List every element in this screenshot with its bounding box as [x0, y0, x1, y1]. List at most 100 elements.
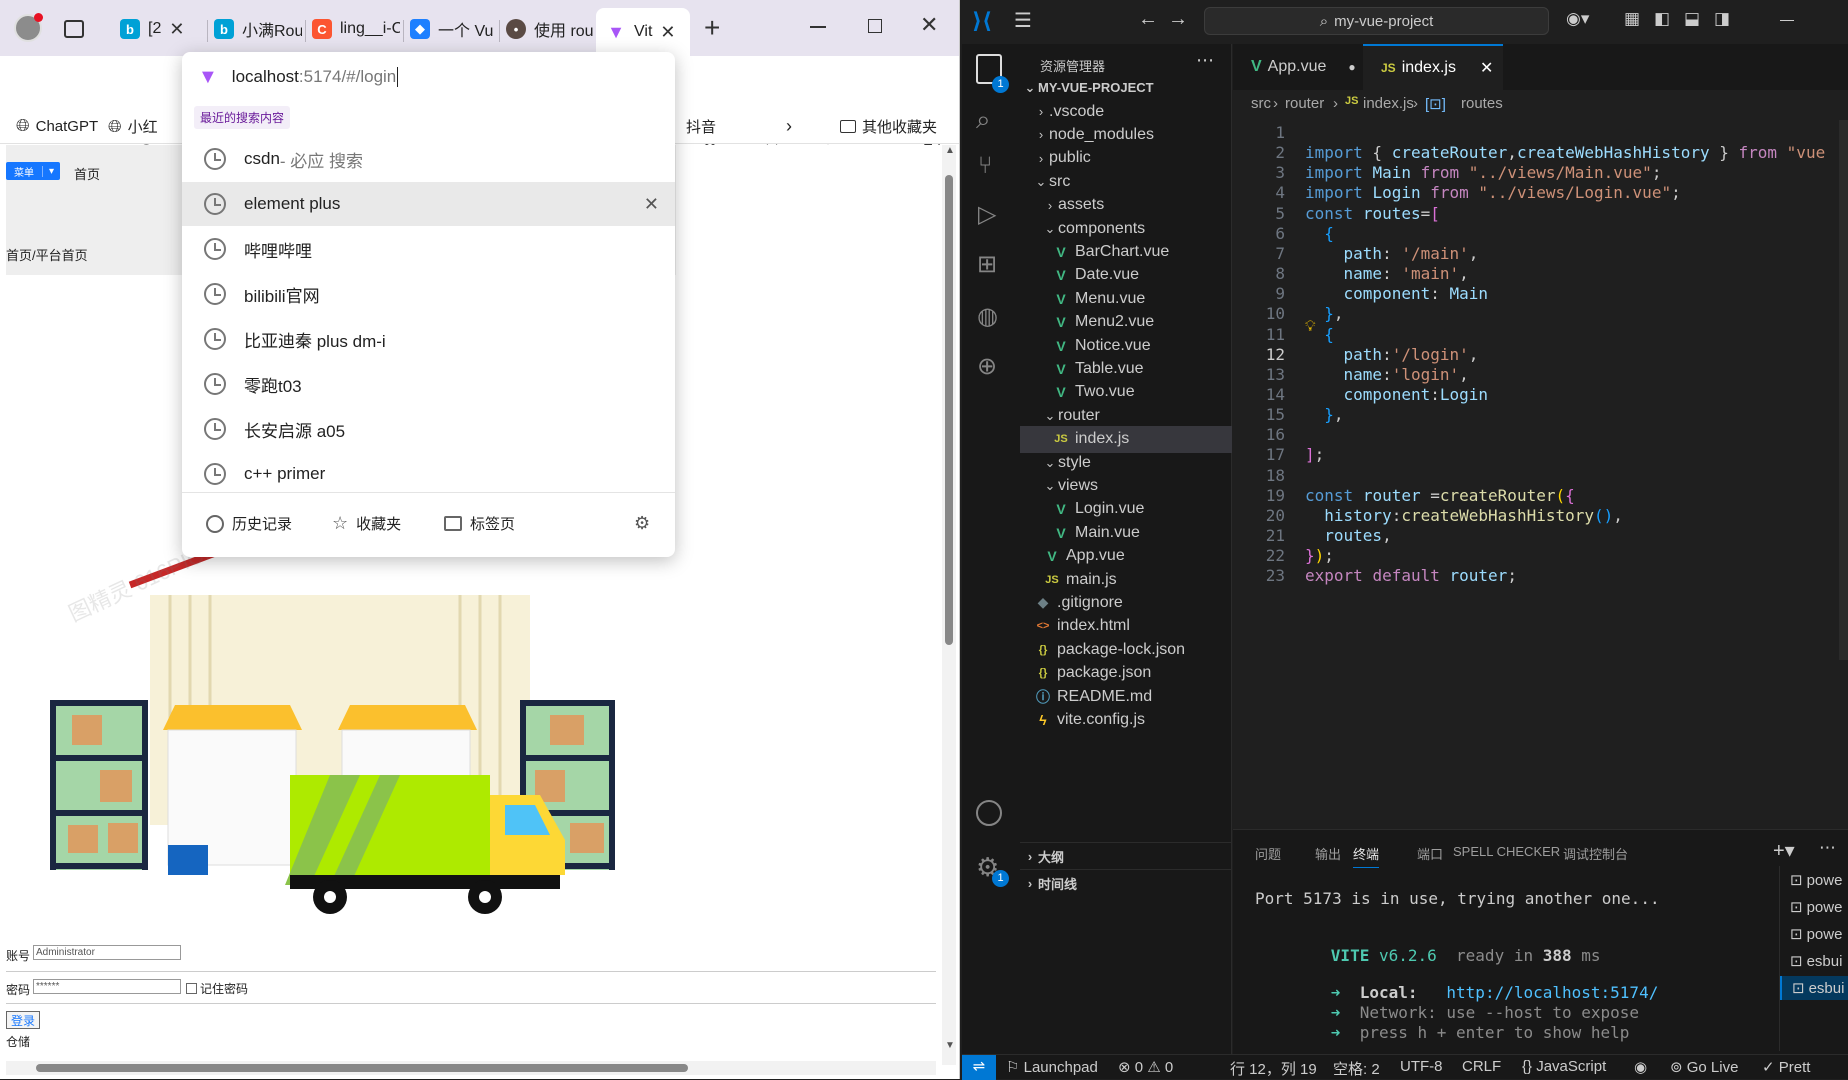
- vue-file-icon: V: [1056, 267, 1066, 284]
- search-icon[interactable]: ⌕: [976, 104, 991, 136]
- account-input[interactable]: Administrator: [33, 945, 181, 960]
- login-button[interactable]: 登录: [6, 1011, 41, 1029]
- tab-bilibili-1[interactable]: b [2 ✕: [120, 12, 200, 46]
- vertical-scrollbar[interactable]: ▲ ▼: [942, 145, 956, 1065]
- terminal-instance[interactable]: ⊡ powe: [1780, 895, 1848, 919]
- language-mode[interactable]: {} JavaScript: [1522, 1058, 1606, 1075]
- copilot-icon[interactable]: ◉▾: [1566, 9, 1589, 29]
- tab-juejin[interactable]: ◆ 一个 Vu: [410, 12, 496, 46]
- bookmark-douyin[interactable]: 抖音: [686, 116, 716, 137]
- accounts-icon[interactable]: [976, 800, 1002, 826]
- tab-actions-icon[interactable]: [64, 20, 84, 38]
- layout-icon[interactable]: ▦: [1624, 9, 1640, 29]
- toggle-panel-icon[interactable]: ⬓: [1684, 9, 1700, 29]
- toggle-secondary-sidebar-icon[interactable]: ◨: [1714, 9, 1730, 29]
- tab-csdn[interactable]: C ling__i-C: [312, 12, 400, 46]
- horizontal-scrollbar[interactable]: [6, 1061, 936, 1075]
- remember-password-checkbox[interactable]: 记住密码: [186, 980, 248, 997]
- suggestion-item[interactable]: 哔哩哔哩: [182, 227, 675, 271]
- tab-router-article[interactable]: • 使用 rou: [506, 12, 596, 46]
- close-window-icon[interactable]: ✕: [920, 12, 938, 38]
- suggestion-item[interactable]: 零跑t03: [182, 362, 675, 406]
- bookmark-other-folder[interactable]: 其他收藏夹: [840, 116, 937, 137]
- suggestion-item[interactable]: 比亚迪秦 plus dm-i: [182, 317, 675, 361]
- hamburger-menu-icon[interactable]: ☰: [1014, 8, 1032, 33]
- outline-section[interactable]: › 大纲: [1020, 842, 1232, 869]
- editor-scrollbar[interactable]: [1839, 120, 1848, 660]
- terminal-instance[interactable]: ⊡ esbui: [1780, 976, 1848, 1000]
- tree-file[interactable]: ϟ vite.config.js: [1020, 706, 1232, 733]
- close-icon[interactable]: ✕: [169, 19, 184, 40]
- command-center-search[interactable]: ⌕ my-vue-project: [1204, 7, 1549, 35]
- bookmark-xiaohong[interactable]: 🌐︎ 小红: [108, 116, 158, 137]
- close-icon[interactable]: ✕: [1480, 58, 1493, 78]
- tab-app-vue[interactable]: V App.vue ●: [1233, 44, 1363, 90]
- maximize-icon[interactable]: [868, 19, 882, 33]
- copilot-status-icon[interactable]: ◉: [1634, 1058, 1647, 1076]
- home-link[interactable]: 首页: [74, 164, 100, 183]
- prettier-item[interactable]: ✓ Prett: [1762, 1058, 1810, 1076]
- vue-file-icon: V: [1056, 360, 1066, 377]
- search-icon: ⌕: [1319, 12, 1329, 30]
- bookmarks-overflow-icon[interactable]: ›: [786, 116, 792, 137]
- launchpad-item[interactable]: ⚐ Launchpad: [1006, 1058, 1098, 1076]
- tab-index-js[interactable]: JS index.js ✕: [1363, 44, 1503, 90]
- run-debug-icon[interactable]: ▷: [978, 200, 996, 229]
- close-icon[interactable]: ✕: [660, 22, 675, 43]
- suggestion-item[interactable]: csdn - 必应 搜索: [182, 137, 675, 181]
- toggle-sidebar-icon[interactable]: ◧: [1654, 9, 1670, 29]
- cursor-position[interactable]: 行 12，列 19: [1230, 1058, 1317, 1079]
- go-live-item[interactable]: ⊚ Go Live: [1670, 1058, 1738, 1076]
- panel-tab[interactable]: SPELL CHECKER: [1453, 844, 1560, 859]
- source-control-icon[interactable]: ⑂: [978, 152, 992, 180]
- panel-tab[interactable]: 问题: [1255, 844, 1281, 863]
- line-ending[interactable]: CRLF: [1462, 1058, 1501, 1075]
- panel-tab[interactable]: 端口: [1417, 844, 1443, 863]
- terminal-instance[interactable]: ⊡ powe: [1780, 868, 1848, 892]
- suggestion-item-selected[interactable]: element plus ✕: [182, 182, 675, 226]
- new-tab-icon[interactable]: +: [704, 12, 720, 44]
- address-bar[interactable]: ▼ localhost :5174/#/login: [182, 52, 675, 102]
- minimize-icon[interactable]: [1780, 20, 1794, 21]
- unsaved-dot-icon[interactable]: ●: [1348, 60, 1355, 74]
- lightbulb-icon[interactable]: 💡︎: [1305, 318, 1316, 335]
- encoding[interactable]: UTF-8: [1400, 1058, 1443, 1075]
- minimize-icon[interactable]: [810, 26, 826, 28]
- panel-tab[interactable]: 调试控制台: [1563, 844, 1628, 863]
- problems-item[interactable]: ⊗ 0 ⚠ 0: [1118, 1058, 1173, 1076]
- bookmark-chatgpt[interactable]: 🌐︎ ChatGPT: [16, 116, 98, 136]
- nav-back-icon[interactable]: ←: [1138, 8, 1158, 31]
- password-input[interactable]: ******: [33, 979, 181, 994]
- indentation[interactable]: 空格: 2: [1333, 1058, 1380, 1079]
- terminal-instance[interactable]: ⊡ powe: [1780, 922, 1848, 946]
- panel-more-icon[interactable]: ⋯: [1819, 838, 1836, 858]
- suggestion-item[interactable]: c++ primer: [182, 452, 675, 496]
- panel-tab[interactable]: 输出: [1315, 844, 1341, 863]
- terminal-instance[interactable]: ⊡ esbui: [1780, 949, 1848, 973]
- badge: 1: [992, 76, 1009, 93]
- new-terminal-icon[interactable]: +▾: [1773, 838, 1795, 863]
- line-number: 15: [1265, 405, 1285, 425]
- remove-suggestion-icon[interactable]: ✕: [644, 194, 659, 215]
- menu-dropdown-button[interactable]: 菜单 ▾: [6, 162, 61, 180]
- panel-tab[interactable]: 终端: [1353, 844, 1380, 868]
- tabs-button[interactable]: 标签页: [444, 513, 515, 534]
- suggestion-item[interactable]: bilibili官网: [182, 272, 675, 316]
- explorer-more-icon[interactable]: ⋯: [1196, 50, 1214, 71]
- git-graph-icon[interactable]: ⊕: [977, 352, 997, 381]
- suggestion-item[interactable]: 长安启源 a05: [182, 407, 675, 451]
- tab-bilibili-2[interactable]: b 小满Rou: [214, 12, 302, 46]
- tab-vite-active[interactable]: ▼ Vit ✕: [596, 8, 690, 56]
- edge-devtools-icon[interactable]: ◍: [977, 302, 998, 331]
- extensions-icon[interactable]: ⊞: [977, 250, 997, 279]
- timeline-section[interactable]: › 时间线: [1020, 869, 1232, 896]
- bilibili-icon: b: [214, 19, 234, 39]
- project-root[interactable]: ⌄ MY-VUE-PROJECT: [1020, 74, 1232, 101]
- remote-icon[interactable]: ⇌: [962, 1055, 996, 1080]
- explorer-title: 资源管理器: [1040, 59, 1106, 74]
- favorites-button[interactable]: ☆ 收藏夹: [332, 513, 401, 534]
- nav-forward-icon[interactable]: →: [1168, 8, 1188, 31]
- settings-icon[interactable]: ⚙: [634, 513, 650, 534]
- history-button[interactable]: 历史记录: [206, 513, 292, 534]
- code-area[interactable]: 1 2 import { createRouter,createWebHashHis…: [1233, 120, 1848, 820]
